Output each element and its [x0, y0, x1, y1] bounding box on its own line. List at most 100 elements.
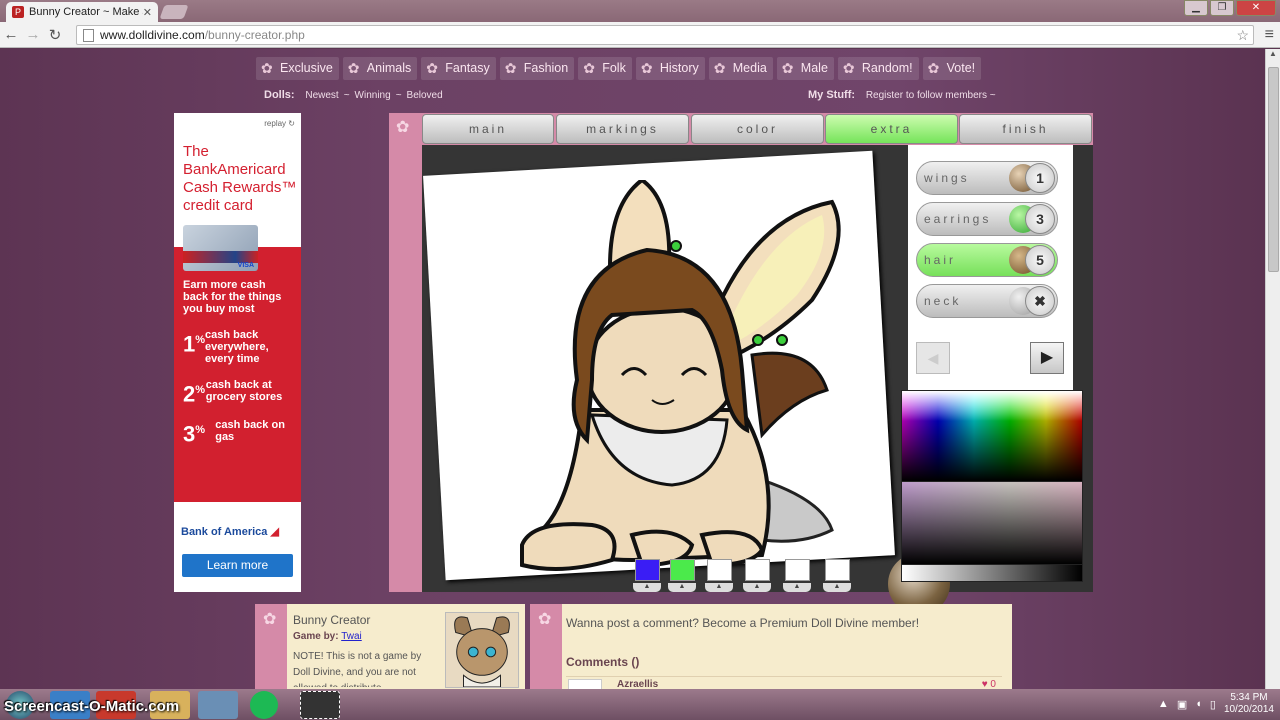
close-window-icon[interactable]: ✕: [1236, 0, 1276, 16]
color-swatch[interactable]: [707, 559, 732, 581]
ad-red-panel: Earn more cash back for the things you b…: [174, 247, 301, 502]
ad-replay[interactable]: replay ↻: [264, 119, 295, 128]
scroll-thumb[interactable]: [1268, 67, 1279, 272]
learn-more-button[interactable]: Learn more: [182, 554, 293, 577]
system-tray: ▲ ▣ ◖ ▯ 5:34 PM 10/20/2014: [1158, 692, 1274, 716]
address-bar[interactable]: www.dolldivine.com/bunny-creator.php ☆: [76, 25, 1254, 45]
network-icon[interactable]: ▣: [1177, 698, 1187, 711]
close-tab-icon[interactable]: ✕: [143, 6, 152, 19]
nav-animals[interactable]: Animals: [342, 57, 418, 80]
option-value[interactable]: 1: [1025, 163, 1055, 193]
game-thumbnail[interactable]: [445, 612, 519, 688]
register-link[interactable]: Register to follow members ~: [866, 90, 996, 101]
tab-title: Bunny Creator ~ Make a c: [29, 6, 143, 18]
swatch-arrow-icon[interactable]: ▲: [705, 583, 733, 592]
page-scrollbar[interactable]: ▲: [1265, 49, 1280, 689]
nav-random[interactable]: Random!: [837, 57, 919, 80]
color-swatch[interactable]: [635, 559, 660, 581]
tab-markings[interactable]: markings: [556, 114, 689, 144]
ad-pct: 2: [183, 381, 196, 407]
tab-finish[interactable]: finish: [959, 114, 1092, 144]
link-newest[interactable]: Newest: [305, 90, 338, 101]
color-swatch[interactable]: [825, 559, 850, 581]
option-neck[interactable]: neck ✖: [916, 284, 1058, 318]
link-winning[interactable]: Winning: [355, 90, 391, 101]
color-swatch[interactable]: [670, 559, 695, 581]
browser-tab[interactable]: P Bunny Creator ~ Make a c ✕: [6, 2, 158, 22]
minimize-icon[interactable]: ▁: [1184, 0, 1208, 16]
ad-desc: cash back everywhere, every time: [205, 329, 269, 365]
swatch-arrow-icon[interactable]: ▲: [823, 583, 851, 592]
hue-spectrum[interactable]: [902, 391, 1082, 481]
swatch-arrow-icon[interactable]: ▲: [743, 583, 771, 592]
nav-folk[interactable]: Folk: [578, 57, 632, 80]
nav-exclusive[interactable]: Exclusive: [256, 57, 339, 80]
page-icon: [83, 28, 94, 42]
nav-vote[interactable]: Vote!: [922, 57, 982, 80]
author-link[interactable]: Twai: [341, 631, 362, 642]
tab-color[interactable]: color: [691, 114, 824, 144]
browser-toolbar: ← → ↻ www.dolldivine.com/bunny-creator.p…: [0, 22, 1280, 48]
previous-arrow-button[interactable]: ◀: [916, 342, 950, 374]
screen-recorder-icon[interactable]: [300, 691, 340, 719]
back-icon[interactable]: ←: [0, 26, 22, 43]
swatch-arrow-icon[interactable]: ▲: [633, 583, 661, 592]
nav-fantasy[interactable]: Fantasy: [421, 57, 496, 80]
new-tab-button[interactable]: [159, 5, 189, 19]
paint-icon[interactable]: [198, 691, 238, 719]
reload-icon[interactable]: ↻: [44, 26, 66, 44]
nav-fashion[interactable]: Fashion: [499, 57, 575, 80]
option-value[interactable]: 5: [1025, 245, 1055, 275]
swatch-arrow-icon[interactable]: ▲: [783, 583, 811, 592]
tab-extra[interactable]: extra: [825, 114, 958, 144]
premium-prompt[interactable]: Wanna post a comment? Become a Premium D…: [566, 616, 919, 630]
next-arrow-button[interactable]: ▶: [1030, 342, 1064, 374]
clock[interactable]: 5:34 PM 10/20/2014: [1224, 692, 1274, 716]
game-note: NOTE! This is not a game by Doll Divine,…: [293, 651, 422, 687]
bookmark-star-icon[interactable]: ☆: [1236, 27, 1249, 44]
advertisement[interactable]: replay ↻ The BankAmericard Cash Rewards™…: [174, 113, 301, 592]
maximize-icon[interactable]: ❐: [1210, 0, 1234, 16]
bank-logo: Bank of America ◢: [181, 525, 279, 538]
tray-arrow-icon[interactable]: ▲: [1158, 698, 1169, 710]
volume-icon[interactable]: ◖: [1195, 698, 1202, 710]
site-nav: Exclusive Animals Fantasy Fashion Folk H…: [256, 57, 982, 80]
clock-time: 5:34 PM: [1230, 692, 1268, 703]
comments-box: ✿ Wanna post a comment? Become a Premium…: [530, 604, 1012, 690]
ad-headline-line: credit card: [183, 197, 254, 214]
ad-headline-line: The: [183, 143, 209, 160]
game-left-strip: ✿: [389, 113, 422, 592]
grayscale-bar[interactable]: [902, 565, 1082, 581]
ad-row: 1% cash back everywhere, every time: [183, 329, 293, 365]
color-swatch[interactable]: [785, 559, 810, 581]
ad-earn-text: Earn more cash back for the things you b…: [183, 279, 282, 315]
option-value[interactable]: 3: [1025, 204, 1055, 234]
game-by: Game by: Twai: [293, 631, 362, 642]
ad-headline-line: Cash Rewards™: [183, 179, 297, 196]
saturation-panel[interactable]: [902, 482, 1082, 564]
url-domain: www.dolldivine.com: [100, 28, 205, 42]
option-hair[interactable]: hair 5: [916, 243, 1058, 277]
menu-icon[interactable]: ≡: [1265, 26, 1274, 44]
swatch-arrow-icon[interactable]: ▲: [668, 583, 696, 592]
game-title: Bunny Creator: [293, 613, 371, 627]
color-picker[interactable]: [901, 390, 1083, 582]
nav-media[interactable]: Media: [708, 57, 773, 80]
option-value[interactable]: ✖: [1025, 286, 1055, 316]
power-icon[interactable]: ▯: [1210, 698, 1216, 711]
option-wings[interactable]: wings 1: [916, 161, 1058, 195]
spotify-icon[interactable]: [250, 691, 278, 719]
comments-heading: Comments (): [566, 655, 640, 669]
scroll-up-icon[interactable]: ▲: [1266, 49, 1280, 63]
option-earrings[interactable]: earrings 3: [916, 202, 1058, 236]
nav-history[interactable]: History: [635, 57, 705, 80]
color-swatch[interactable]: [745, 559, 770, 581]
game-info-box: ✿ Bunny Creator Game by: Twai NOTE! This…: [255, 604, 525, 689]
link-beloved[interactable]: Beloved: [407, 90, 443, 101]
option-label: neck: [924, 294, 962, 308]
dolls-links: Dolls: Newest ~ Winning ~ Beloved: [264, 89, 443, 101]
game-by-label: Game by:: [293, 631, 339, 642]
forward-icon[interactable]: →: [22, 26, 44, 43]
nav-male[interactable]: Male: [776, 57, 834, 80]
tab-main[interactable]: main: [422, 114, 554, 144]
